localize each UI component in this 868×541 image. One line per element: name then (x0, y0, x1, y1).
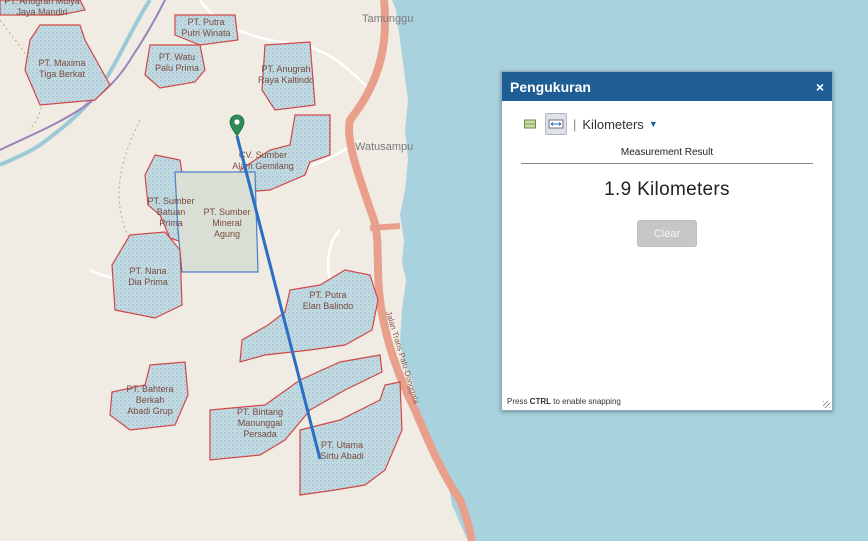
concession-label-line: Sirtu Abadi (320, 451, 364, 461)
concession-label-line: Batuan (157, 207, 186, 217)
concession-label-line: Dia Prima (128, 277, 168, 287)
result-label: Measurement Result (620, 147, 714, 158)
concession-label-line: PT. Putra (309, 290, 346, 300)
concession-label-line: PT. Anugrah Mulya (4, 0, 80, 6)
concession-label: PT. Watu Palu Prima (155, 52, 199, 73)
concession-label-line: PT. Putra (187, 17, 224, 27)
concession-label-line: PT. Anugrah (261, 64, 310, 74)
concession-label-line: Abadi Grup (127, 406, 173, 416)
concession-label-line: Jaya Mandiri (16, 7, 67, 17)
result-value: 1.9 Kilometers (604, 179, 730, 200)
concession-label-line: PT. Watu (159, 52, 195, 62)
result-divider (521, 163, 813, 164)
snap-hint: Press CTRL to enable snapping (507, 397, 621, 406)
concession-label-line: PT. Utama (321, 440, 363, 450)
snap-hint-key: CTRL (529, 397, 551, 406)
concession-label-line: PT. Sumber (203, 207, 250, 217)
concession-label-line: Raya Kaltindo (258, 75, 314, 85)
concession-label: PT. Utama Sirtu Abadi (320, 440, 364, 461)
concession-label-line: PT. Nana (129, 266, 166, 276)
concession-label: PT. Putra Elan Balindo (303, 290, 354, 311)
snap-hint-suffix: to enable snapping (551, 397, 621, 406)
resize-handle[interactable] (823, 401, 830, 408)
unit-dropdown[interactable]: Kilometers ▼ (582, 117, 657, 132)
unit-dropdown-value: Kilometers (582, 116, 644, 132)
concession-label-line: PT. Bahtera (126, 384, 173, 394)
concession-label-line: PT. Maxima (38, 58, 85, 68)
place-label-tamunggu: Tamunggu (362, 13, 413, 25)
concession-label-line: Tiga Berkat (39, 69, 85, 79)
concession-label-line: Palu Prima (155, 63, 199, 73)
distance-tool-button[interactable] (545, 113, 567, 135)
close-icon[interactable]: × (816, 79, 824, 95)
measure-toolbar: | Kilometers ▼ (502, 113, 832, 135)
concession-label-line: Elan Balindo (303, 301, 354, 311)
caret-down-icon: ▼ (648, 119, 658, 129)
concession-label-line: PT. Bintang (237, 407, 283, 417)
place-label-watusampu: Watusampu (355, 141, 413, 153)
concession-label-line: Mineral (212, 218, 242, 228)
concession-label-line: Prima (159, 218, 183, 228)
concession-label: PT. Bintang Manunggal Persada (237, 407, 283, 439)
panel-header: Pengukuran × (502, 72, 832, 101)
concession-label-line: Berkah (136, 395, 165, 405)
clear-button[interactable]: Clear (637, 220, 697, 247)
concession-label: PT. Nana Dia Prima (128, 266, 168, 287)
distance-icon (548, 119, 564, 129)
concession-label: PT. Putra Putri Winata (181, 17, 230, 38)
highway-spur (369, 223, 401, 231)
concession-label-line: Alam Gemilang (232, 161, 294, 171)
area-icon (524, 119, 536, 129)
toolbar-separator: | (573, 116, 577, 132)
concession-label-line: Agung (214, 229, 240, 239)
concession-label: PT. Maxima Tiga Berkat (38, 58, 85, 79)
snap-hint-prefix: Press (507, 397, 530, 406)
concession-label-line: Persada (243, 429, 277, 439)
area-tool-button[interactable] (519, 113, 541, 135)
concession-label-line: CV. Sumber (239, 150, 287, 160)
panel-title: Pengukuran (510, 78, 591, 95)
concession-label-line: PT. Sumber (147, 196, 194, 206)
concession-label-line: Manunggal (238, 418, 283, 428)
concession-label: PT. Anugrah Raya Kaltindo (258, 64, 314, 85)
concession-label-line: Putri Winata (181, 28, 230, 38)
measurement-panel: Pengukuran × | Kilometers ▼ Measurement … (501, 71, 833, 411)
